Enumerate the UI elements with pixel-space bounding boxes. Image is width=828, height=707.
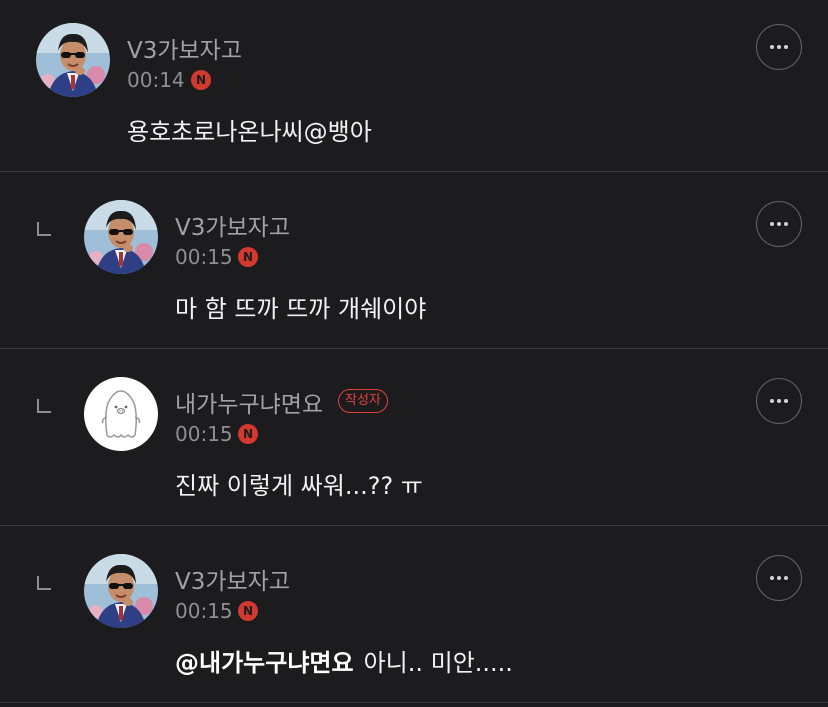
profile-photo-man-sunglasses-icon	[84, 200, 158, 274]
mention-link[interactable]: @내가누구냐면요	[175, 649, 354, 677]
nickname[interactable]: 내가누구냐면요	[175, 385, 323, 419]
comment-text: 진짜 이렇게 싸워...?? ㅠ	[175, 472, 423, 500]
new-badge-icon: N	[238, 424, 258, 444]
new-badge-icon: N	[238, 247, 258, 267]
new-badge-icon: N	[238, 601, 258, 621]
timestamp: 00:15	[175, 599, 233, 623]
more-dots-icon	[770, 45, 788, 49]
timestamp: 00:14	[127, 68, 185, 92]
comment-item: V3가보자고 00:14 N 용호초로나온나씨@뱅아	[0, 0, 828, 172]
nickname[interactable]: V3가보자고	[127, 31, 242, 65]
author-badge: 작성자	[338, 389, 388, 413]
avatar[interactable]	[84, 554, 158, 628]
more-dots-icon	[770, 222, 788, 226]
timestamp: 00:15	[175, 245, 233, 269]
reply-arrow-icon	[37, 399, 51, 413]
more-dots-icon	[770, 399, 788, 403]
profile-photo-man-sunglasses-icon	[36, 23, 110, 97]
nickname[interactable]: V3가보자고	[175, 208, 290, 242]
more-dots-icon	[770, 576, 788, 580]
more-options-button[interactable]	[756, 555, 802, 601]
new-badge-icon: N	[191, 70, 211, 90]
more-options-button[interactable]	[756, 378, 802, 424]
more-options-button[interactable]	[756, 201, 802, 247]
comment-text: 용호초로나온나씨@뱅아	[127, 118, 372, 146]
comment-text: 마 함 뜨까 뜨까 개쉐이야	[175, 295, 427, 323]
default-ghost-avatar-icon	[84, 377, 158, 451]
timestamp: 00:15	[175, 422, 233, 446]
comment-text-content: 아니.. 미안.....	[363, 649, 513, 677]
comment-item: V3가보자고 00:15 N @내가누구냐면요 아니.. 미안.....	[0, 526, 828, 703]
avatar[interactable]	[36, 23, 110, 97]
nickname[interactable]: V3가보자고	[175, 562, 290, 596]
comment-text: @내가누구냐면요 아니.. 미안.....	[175, 643, 513, 678]
profile-photo-man-sunglasses-icon	[84, 554, 158, 628]
comment-item: V3가보자고 00:15 N 마 함 뜨까 뜨까 개쉐이야	[0, 172, 828, 349]
reply-arrow-icon	[37, 576, 51, 590]
reply-arrow-icon	[37, 222, 51, 236]
avatar[interactable]	[84, 200, 158, 274]
comment-item: 내가누구냐면요 작성자 00:15 N 진짜 이렇게 싸워...?? ㅠ	[0, 349, 828, 526]
avatar[interactable]	[84, 377, 158, 451]
more-options-button[interactable]	[756, 24, 802, 70]
